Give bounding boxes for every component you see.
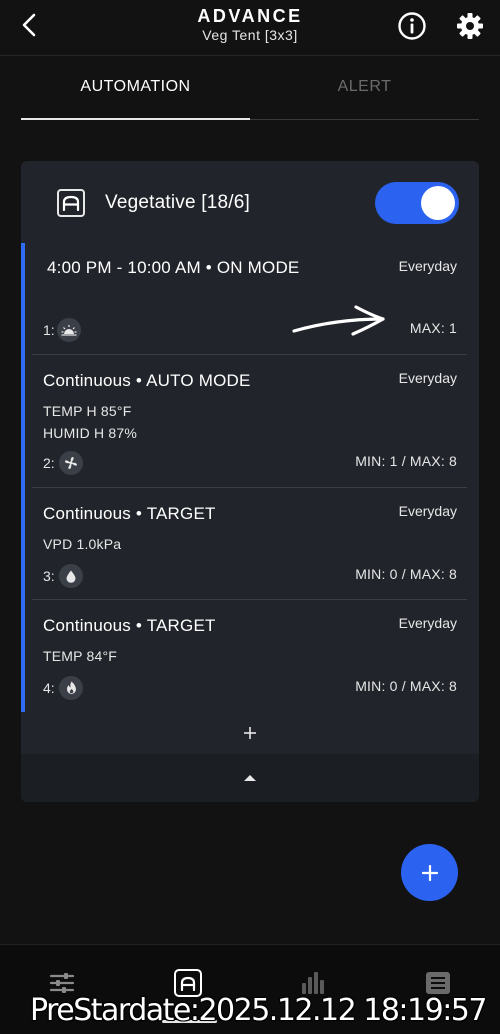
- rule-accent-bar: [21, 600, 25, 712]
- mode-name: Vegetative [18/6]: [105, 192, 250, 213]
- info-icon: [398, 12, 426, 40]
- tab-divider: [250, 119, 479, 120]
- hand-drawn-arrow: [292, 305, 385, 336]
- plus-icon: [421, 864, 438, 881]
- rule-condition: TEMP H 85°F: [43, 403, 132, 419]
- device-range: MIN: 0 / MAX: 8: [355, 566, 457, 582]
- timestamp-watermark: PreStardate:2025.12.12 18:19:57: [30, 993, 488, 1028]
- tab-alert[interactable]: ALERT: [250, 78, 479, 96]
- rule-condition: TEMP 84°F: [43, 648, 118, 664]
- rule-accent-bar: [21, 488, 25, 600]
- plus-icon: [244, 727, 256, 739]
- rule-schedule: Everyday: [398, 258, 457, 274]
- rule-accent-bar: [21, 243, 25, 355]
- gear-icon: [457, 13, 483, 39]
- tab-active-indicator: [21, 118, 250, 120]
- rule-item[interactable]: 4:00 PM - 10:00 AM • ON MODE Everyday 1:…: [21, 243, 479, 355]
- rule-schedule: Everyday: [398, 503, 457, 519]
- device-range: MIN: 1 / MAX: 8: [355, 453, 457, 469]
- tab-automation[interactable]: AUTOMATION: [21, 78, 250, 96]
- list-icon: [426, 972, 450, 994]
- app-header: ADVANCE Veg Tent [3x3]: [0, 0, 500, 54]
- header-divider: [0, 55, 500, 56]
- mode-toggle[interactable]: [375, 182, 459, 224]
- info-button[interactable]: [396, 10, 428, 42]
- device-index: 1:: [43, 322, 55, 338]
- rule-condition: VPD 1.0kPa: [43, 536, 122, 552]
- toggle-knob: [421, 186, 455, 220]
- device-index: 4:: [43, 680, 55, 696]
- rule-accent-bar: [21, 355, 25, 488]
- rule-condition: HUMID H 87%: [43, 425, 137, 441]
- rule-schedule: Everyday: [398, 370, 457, 386]
- rule-item[interactable]: Continuous • TARGET Everyday TEMP 84°F 4…: [21, 600, 479, 712]
- add-automation-button[interactable]: [401, 844, 458, 901]
- grow-light-icon: [57, 318, 81, 342]
- rule-schedule: Everyday: [398, 615, 457, 631]
- flame-icon: [59, 676, 83, 700]
- automation-mode-icon: [57, 189, 85, 217]
- rule-title: Continuous • TARGET: [43, 504, 216, 523]
- sliders-icon: [49, 973, 75, 993]
- rule-title: Continuous • TARGET: [43, 616, 216, 635]
- rule-title: Continuous • AUTO MODE: [43, 371, 251, 390]
- rule-item[interactable]: Continuous • AUTO MODE Everyday TEMP H 8…: [21, 355, 479, 488]
- fan-icon: [59, 451, 83, 475]
- device-range: MIN: 0 / MAX: 8: [355, 678, 457, 694]
- device-index: 3:: [43, 568, 55, 584]
- collapse-button[interactable]: [21, 754, 479, 802]
- bar-chart-icon: [302, 972, 324, 994]
- water-drop-icon: [59, 564, 83, 588]
- device-index: 2:: [43, 455, 55, 471]
- caret-up-icon: [244, 775, 256, 781]
- device-range: MAX: 1: [409, 320, 457, 336]
- mode-header: Vegetative [18/6]: [21, 161, 479, 243]
- rule-title: 4:00 PM - 10:00 AM • ON MODE: [47, 258, 300, 277]
- settings-button[interactable]: [454, 10, 486, 42]
- rule-item[interactable]: Continuous • TARGET Everyday VPD 1.0kPa …: [21, 488, 479, 600]
- automation-card: Vegetative [18/6] 4:00 PM - 10:00 AM • O…: [21, 161, 479, 802]
- add-rule-button[interactable]: [21, 712, 479, 754]
